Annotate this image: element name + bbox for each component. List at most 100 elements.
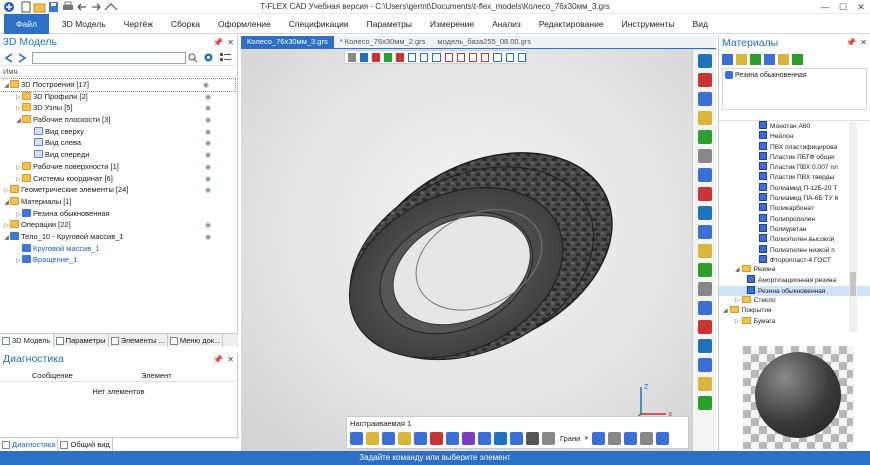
menu-item-2[interactable]: Чертёж <box>115 14 162 34</box>
diagnostics-tab[interactable]: Общий вид <box>58 438 113 451</box>
minimize-icon[interactable]: — <box>816 0 834 14</box>
tree-item[interactable]: ▷ 3D Профили [2] ◉ <box>0 91 237 103</box>
panel-tab[interactable]: Параметры <box>54 334 109 347</box>
menu-item-6[interactable]: Параметры <box>358 14 421 34</box>
expand-icon[interactable]: ▷ <box>735 298 740 304</box>
menu-item-4[interactable]: Оформление <box>209 14 280 34</box>
select-operation-icon[interactable] <box>468 52 478 62</box>
loft-icon[interactable] <box>382 432 395 445</box>
panel-tab[interactable]: Элементы ... <box>109 334 168 347</box>
tree-item[interactable]: ▷ Рабочие поверхности [1] ◉ <box>0 161 237 173</box>
panel-tab[interactable]: Меню док... <box>168 334 224 347</box>
expand-icon[interactable]: ▷ <box>15 256 22 268</box>
tool-strip-button[interactable] <box>697 244 712 258</box>
tree-item[interactable]: ◢ 3D Построения [17] ◉ <box>0 78 236 92</box>
list-view-icon[interactable] <box>219 52 233 63</box>
material-item[interactable]: ◢ Покрытия <box>719 306 870 316</box>
expand-icon[interactable]: ◢ <box>723 308 728 314</box>
pin-icon[interactable]: 📌 <box>213 35 223 50</box>
visibility-icon[interactable]: ◉ <box>205 138 215 147</box>
menu-item-1[interactable]: 3D Модель <box>53 14 115 34</box>
chevron-down-icon[interactable]: ▼ <box>583 436 589 442</box>
search-icon[interactable] <box>188 53 198 63</box>
filter-icon[interactable] <box>359 52 368 62</box>
material-item[interactable]: Нейлон <box>719 131 870 141</box>
material-item[interactable]: ◢ Резина <box>719 265 870 275</box>
select-body-icon[interactable] <box>456 52 465 62</box>
tree-item[interactable]: ▷ Геометрические элементы [24] ◉ <box>0 184 237 196</box>
tree-item[interactable]: ▷ Операции [22] ◉ <box>0 219 237 231</box>
visibility-icon[interactable]: ◉ <box>205 103 215 112</box>
material-item[interactable]: Полиамид П-12Б-20 Т <box>719 182 870 193</box>
select-node-icon[interactable] <box>505 52 514 62</box>
sphere-icon[interactable] <box>640 432 654 445</box>
tool-strip-button[interactable] <box>697 301 712 315</box>
tool-strip-button[interactable] <box>697 187 712 201</box>
select-box-icon[interactable] <box>407 52 417 62</box>
material-item[interactable]: ▷ Стекло <box>719 296 870 306</box>
material-item[interactable]: Полиэтилен высокой <box>719 234 870 244</box>
tree-item[interactable]: ▷ Вращение_1 <box>0 254 237 266</box>
expand-icon[interactable]: ◢ <box>735 267 740 273</box>
pipe-icon[interactable] <box>656 432 670 445</box>
tree-item[interactable]: ◢ Рабочие плоскости [3] ◉ <box>0 114 237 126</box>
selector-icon[interactable] <box>371 52 380 62</box>
tool-strip-button[interactable] <box>697 168 712 182</box>
tree-item[interactable]: Вид спереди ◉ <box>0 149 237 161</box>
snap-icon[interactable] <box>383 52 392 62</box>
mirror-icon[interactable] <box>478 432 491 445</box>
cone-icon[interactable] <box>624 432 638 445</box>
search-filter-input[interactable] <box>32 52 186 64</box>
tool-strip-button[interactable] <box>697 225 712 239</box>
menu-item-10[interactable]: Инструменты <box>613 14 684 34</box>
tree-item[interactable]: Круговой массив_1 <box>0 243 237 255</box>
visibility-icon[interactable]: ◉ <box>205 162 215 171</box>
panel-tab[interactable]: 3D Модель <box>0 334 54 347</box>
hole-icon[interactable] <box>526 432 539 445</box>
chamfer-icon[interactable] <box>446 432 459 445</box>
tool-strip-button[interactable] <box>697 339 712 353</box>
tree-item[interactable]: ◢ Материалы [1] <box>0 196 237 208</box>
materials-scrollbar[interactable] <box>849 122 857 332</box>
document-tab[interactable]: Колесо_76x30мм_3.grs <box>241 36 334 48</box>
tool-strip-button[interactable] <box>697 92 712 106</box>
material-item[interactable]: Фторопласт-4 ГОСТ <box>719 254 870 265</box>
material-library-icon[interactable] <box>778 54 789 65</box>
material-copy-icon[interactable] <box>764 54 775 65</box>
menu-item-9[interactable]: Редактирование <box>530 14 613 34</box>
tool-strip-button[interactable] <box>697 73 712 87</box>
visibility-icon[interactable]: ◉ <box>205 174 215 183</box>
tool-strip-button[interactable] <box>697 320 712 334</box>
settings-icon[interactable] <box>203 52 214 63</box>
visibility-icon[interactable]: ◉ <box>205 127 215 136</box>
tool-strip-button[interactable] <box>697 130 712 144</box>
fillet-icon[interactable] <box>430 432 443 445</box>
material-folder-icon[interactable] <box>736 54 747 65</box>
tool-strip-button[interactable] <box>697 358 712 372</box>
tool-strip-button[interactable] <box>697 54 712 68</box>
tree-item[interactable]: Вид слева ◉ <box>0 137 237 149</box>
view-mode-icon[interactable] <box>348 52 356 62</box>
cylinder-icon[interactable] <box>608 432 622 445</box>
visibility-icon[interactable]: ◉ <box>205 185 215 194</box>
tree-item[interactable]: ▷ Резина обыкновенная <box>0 208 237 220</box>
select-plane-icon[interactable] <box>517 52 526 62</box>
tool-strip-button[interactable] <box>697 282 712 296</box>
shell-icon[interactable] <box>494 432 507 445</box>
tool-strip-button[interactable] <box>697 206 712 220</box>
document-tab[interactable]: модель_база255_08.00.grs <box>431 36 537 48</box>
visibility-icon[interactable]: ◉ <box>205 115 215 124</box>
tree-item[interactable]: Вид сверху ◉ <box>0 126 237 138</box>
back-icon[interactable] <box>3 52 15 64</box>
material-item[interactable]: Резина обыкновенная <box>719 285 870 297</box>
material-item[interactable]: ПВХ пластифицирова <box>719 141 870 152</box>
material-item[interactable]: Полиэтилен низкой п <box>719 244 870 255</box>
array-icon[interactable] <box>462 432 475 445</box>
material-item[interactable]: Амортизационная резина <box>719 275 870 285</box>
spring-icon[interactable] <box>542 432 555 445</box>
tool-strip-button[interactable] <box>697 111 712 125</box>
visibility-icon[interactable]: ◉ <box>205 232 215 241</box>
material-item[interactable]: Монотан А60 <box>719 121 870 131</box>
material-add-icon[interactable] <box>722 54 733 65</box>
document-tab[interactable]: * Колесо_76x30мм_2.grs <box>334 36 432 48</box>
